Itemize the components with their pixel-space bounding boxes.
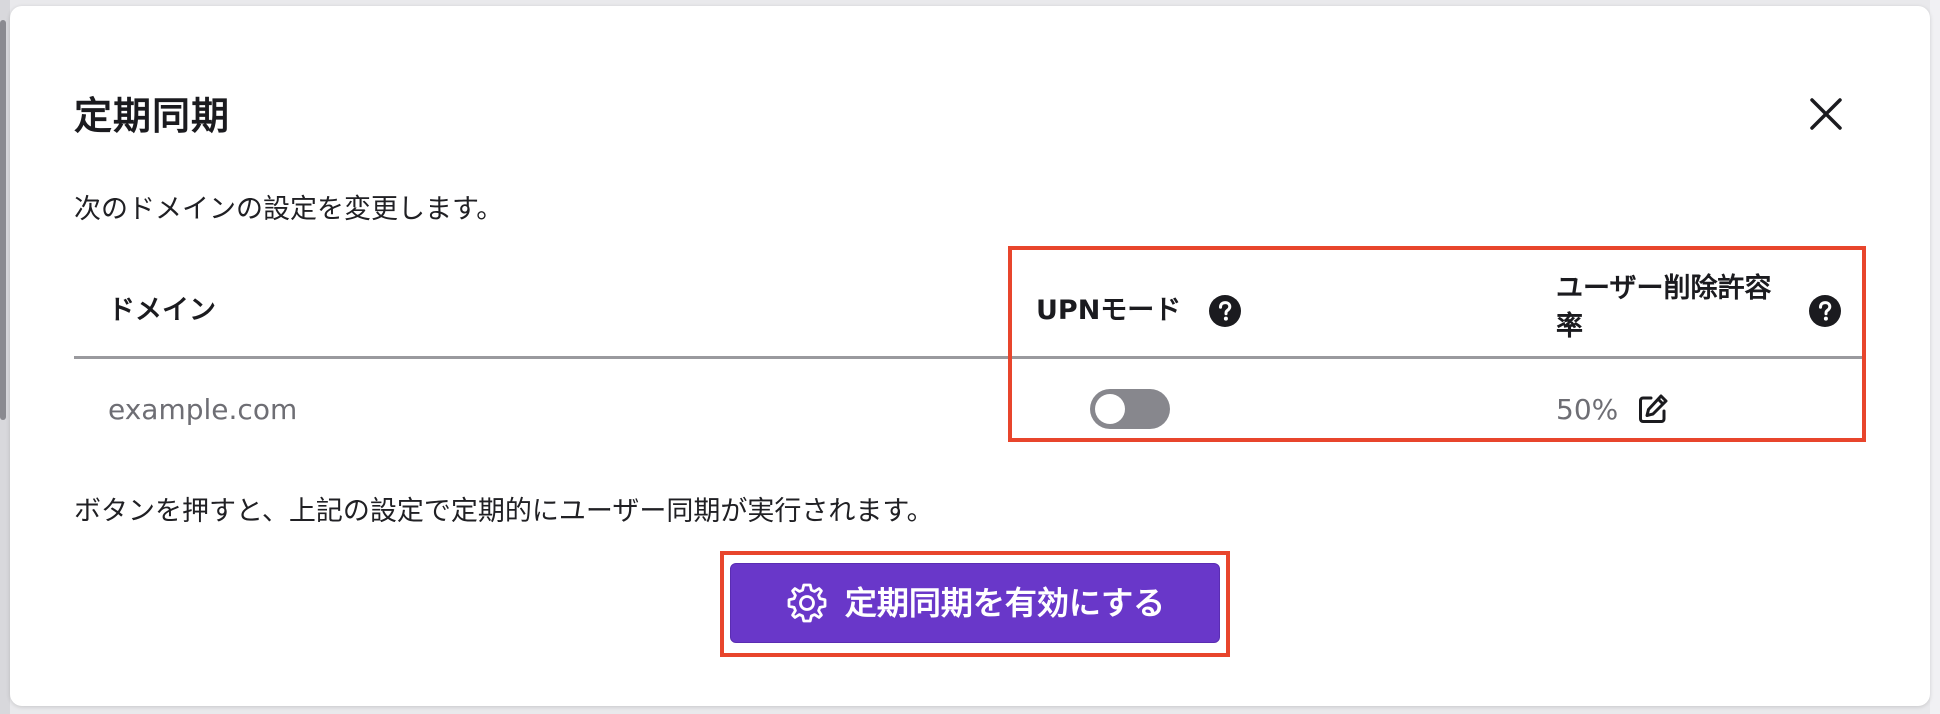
gear-icon [787,583,827,623]
settings-highlight-box [1008,246,1866,442]
backdrop-scrollbar [0,20,6,420]
periodic-sync-dialog: 定期同期 次のドメインの設定を変更します。 ドメイン UPNモード ユーザー削除… [10,6,1930,706]
dialog-description: 次のドメインの設定を変更します。 [74,194,504,225]
enable-periodic-sync-button[interactable]: 定期同期を有効にする [730,563,1220,643]
sync-note: ボタンを押すと、上記の設定で定期的にユーザー同期が実行されます。 [74,496,934,527]
close-button[interactable] [1800,88,1852,140]
backdrop-right-edge [1930,0,1940,714]
dialog-title: 定期同期 [74,94,231,138]
close-icon [1810,98,1842,130]
column-header-domain: ドメイン [108,295,216,326]
enable-periodic-sync-label: 定期同期を有効にする [844,584,1166,622]
domain-cell: example.com [108,393,298,426]
